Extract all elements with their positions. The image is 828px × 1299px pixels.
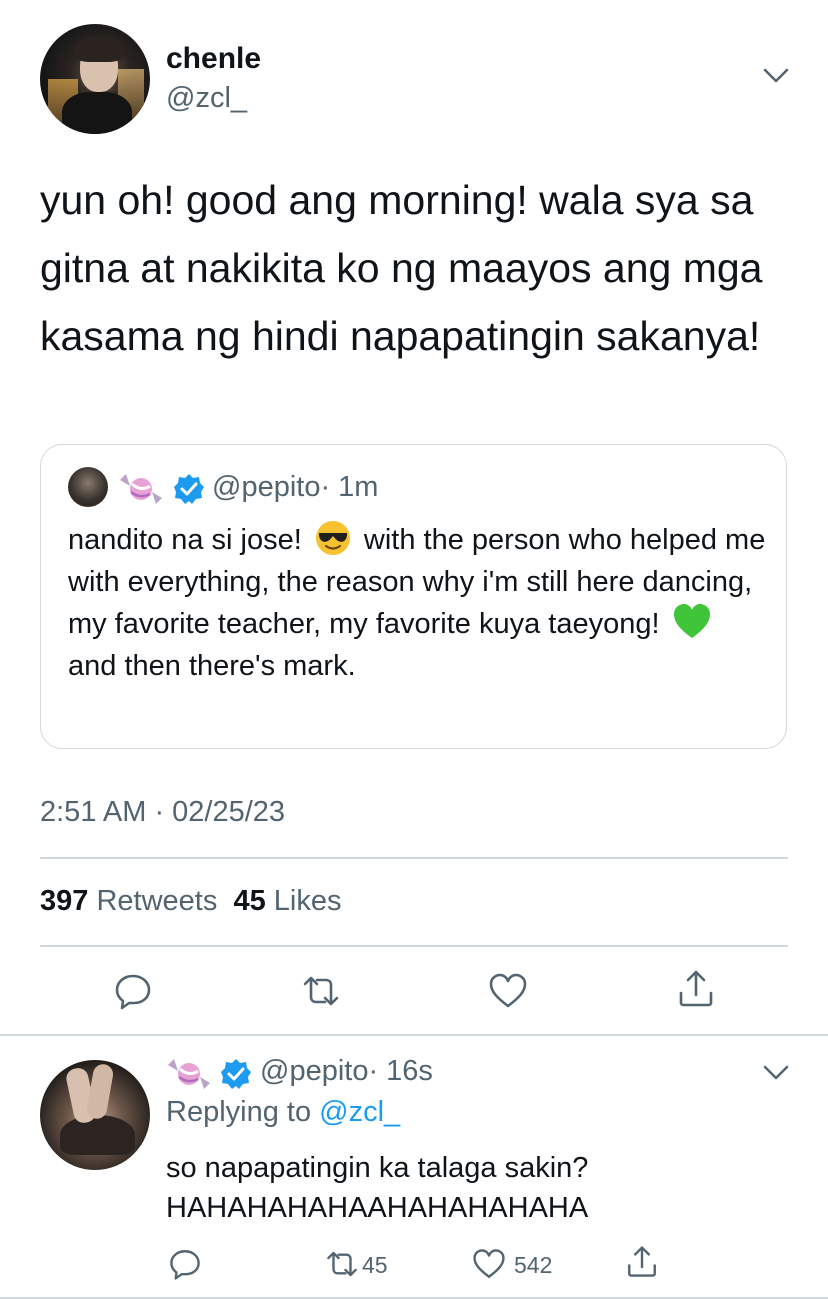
quoted-text-part1: nandito na si jose! xyxy=(68,524,302,556)
retweet-icon[interactable] xyxy=(301,971,341,1011)
retweets-count[interactable]: 397 xyxy=(40,885,88,917)
verified-badge-icon xyxy=(221,1059,251,1089)
reply-handle-line: @pepito· 16s xyxy=(260,1055,433,1088)
likes-count[interactable]: 45 xyxy=(233,885,265,917)
divider xyxy=(0,1034,828,1036)
quoted-tweet-text: nandito na si jose! with the person who … xyxy=(68,519,768,687)
reply-author-avatar[interactable] xyxy=(40,1060,150,1170)
reply-text: so napapatingin ka talaga sakin? HAHAHAH… xyxy=(166,1152,589,1224)
replying-prefix: Replying to xyxy=(166,1096,312,1128)
verified-badge-icon xyxy=(174,474,204,504)
quoted-text-part3: and then there's mark. xyxy=(68,650,356,682)
divider xyxy=(40,857,788,859)
chevron-down-icon[interactable] xyxy=(762,1063,790,1083)
candy-emoji-icon xyxy=(168,1059,210,1089)
reply-retweets-count[interactable]: 45 xyxy=(362,1252,388,1279)
author-handle[interactable]: @zcl_ xyxy=(166,82,247,115)
likes-label[interactable]: Likes xyxy=(274,885,342,917)
author-avatar[interactable] xyxy=(40,24,150,134)
author-name[interactable]: chenle xyxy=(166,42,261,76)
quoted-author-avatar[interactable] xyxy=(68,467,108,507)
share-icon[interactable] xyxy=(676,969,716,1009)
tweet-stats: 397 Retweets 45 Likes xyxy=(40,885,342,918)
reply-handle[interactable]: @pepito xyxy=(260,1055,368,1087)
retweet-icon[interactable] xyxy=(325,1247,359,1281)
green-heart-emoji-icon xyxy=(673,604,710,638)
share-icon[interactable] xyxy=(625,1245,659,1279)
quoted-time: · 1m xyxy=(320,471,379,503)
replying-to-link[interactable]: @zcl_ xyxy=(319,1096,400,1128)
retweets-label[interactable]: Retweets xyxy=(96,885,217,917)
quoted-handle[interactable]: @pepito xyxy=(212,471,320,503)
divider xyxy=(40,945,788,947)
like-icon[interactable] xyxy=(488,971,528,1011)
divider xyxy=(0,1297,828,1299)
quoted-handle-line: @pepito· 1m xyxy=(212,471,378,504)
tweet-timestamp[interactable]: 2:51 AM · 02/25/23 xyxy=(40,796,285,829)
reply-icon[interactable] xyxy=(168,1247,202,1281)
candy-emoji-icon xyxy=(120,474,162,504)
chevron-down-icon[interactable] xyxy=(762,66,790,86)
sunglasses-emoji-icon xyxy=(315,521,350,555)
tweet-text: yun oh! good ang morning! wala sya sa gi… xyxy=(40,177,763,359)
like-icon[interactable] xyxy=(472,1247,506,1281)
reply-icon[interactable] xyxy=(113,971,153,1011)
replying-to-line: Replying to @zcl_ xyxy=(166,1096,400,1129)
reply-time: · 16s xyxy=(368,1055,433,1087)
reply-likes-count[interactable]: 542 xyxy=(514,1252,552,1279)
